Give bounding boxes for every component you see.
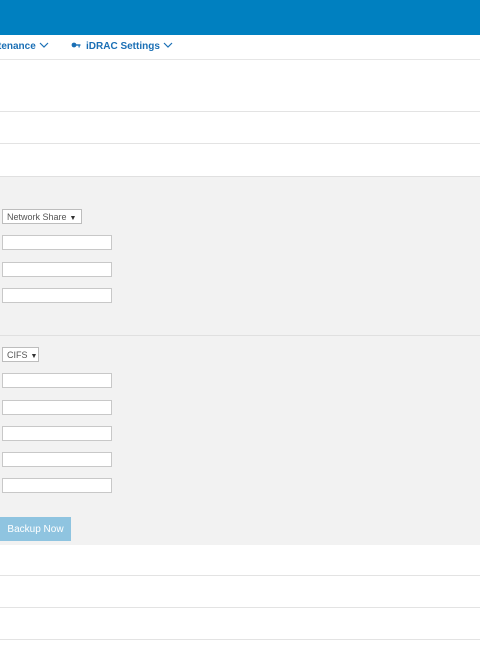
top-header-bar [0, 0, 480, 35]
nav-idrac-settings-label: iDRAC Settings [86, 41, 160, 52]
share-ip-field[interactable] [2, 235, 112, 250]
key-icon [71, 41, 81, 52]
caret-down-icon: ▼ [69, 215, 77, 222]
backup-file-password-field[interactable] [2, 452, 112, 467]
password-field[interactable] [2, 400, 112, 415]
row-divider [0, 111, 480, 112]
row-divider [0, 575, 480, 576]
nav-idrac-settings[interactable]: iDRAC Settings [71, 41, 173, 52]
username-field[interactable] [2, 373, 112, 388]
file-name-field[interactable] [2, 288, 112, 303]
chevron-down-icon [163, 41, 173, 52]
main-nav: tenance iDRAC Settings [0, 35, 480, 60]
section-divider [0, 335, 480, 336]
share-name-field[interactable] [2, 262, 112, 277]
domain-field[interactable] [2, 426, 112, 441]
nav-maintenance-label: tenance [0, 41, 36, 52]
share-type-select-value: CIFS [7, 350, 28, 360]
location-select-value: Network Share [7, 212, 67, 222]
confirm-password-field[interactable] [2, 478, 112, 493]
row-divider [0, 607, 480, 608]
caret-down-icon: ▼ [30, 353, 38, 360]
backup-settings-panel: Network Share ▼ CIFS ▼ Backup Now [0, 176, 480, 545]
row-divider [0, 143, 480, 144]
location-select[interactable]: Network Share ▼ [2, 209, 82, 224]
share-type-select[interactable]: CIFS ▼ [2, 347, 39, 362]
row-divider [0, 639, 480, 640]
nav-maintenance[interactable]: tenance [0, 41, 49, 52]
backup-now-button[interactable]: Backup Now [0, 517, 71, 541]
chevron-down-icon [39, 41, 49, 52]
